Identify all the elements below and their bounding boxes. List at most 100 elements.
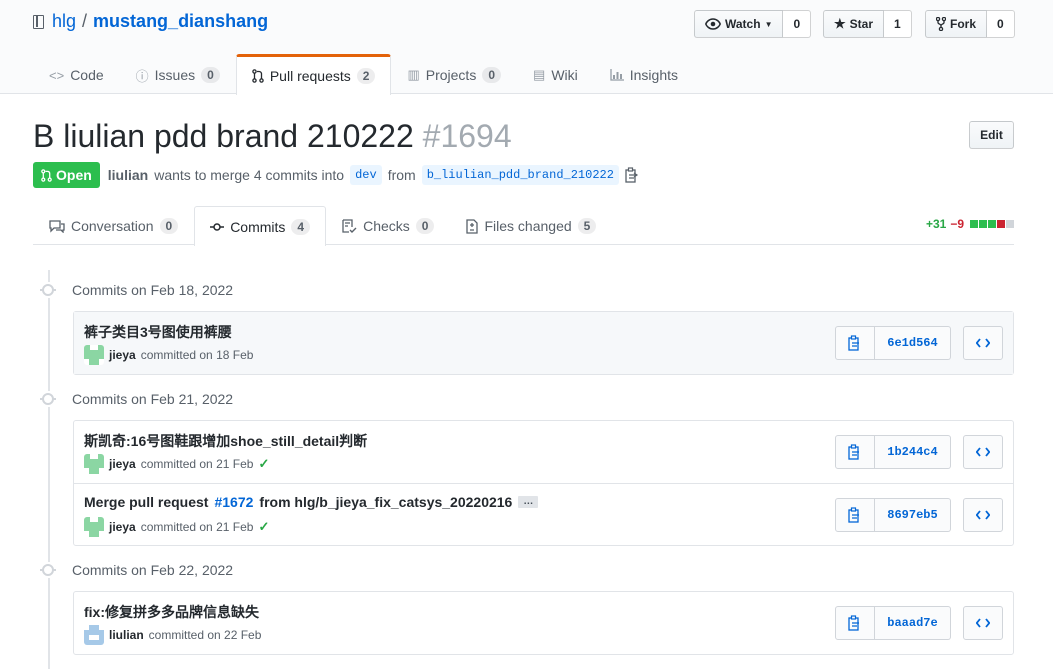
nav-wiki[interactable]: ▤ Wiki	[517, 54, 594, 95]
commit-list: 裤子类目3号图使用裤腰 jieya committed on 18 Feb 6e…	[73, 311, 1014, 375]
tab-commits[interactable]: Commits 4	[194, 206, 327, 246]
tab-files-changed[interactable]: Files changed 5	[450, 206, 612, 245]
avatar[interactable]	[84, 517, 104, 537]
copy-sha-button[interactable]	[835, 326, 875, 360]
repo-title: hlg / mustang_dianshang	[33, 11, 268, 32]
pr-meta: Open liulian wants to merge 4 commits in…	[33, 162, 639, 188]
watch-count[interactable]: 0	[783, 10, 812, 38]
base-branch[interactable]: dev	[350, 165, 382, 185]
commit-date: committed on 18 Feb	[140, 348, 254, 362]
pr-author-link[interactable]: liulian	[108, 167, 148, 183]
fork-count[interactable]: 0	[987, 10, 1015, 38]
commit-message-link[interactable]: Merge pull request	[84, 494, 208, 510]
tab-conversation[interactable]: Conversation 0	[33, 206, 194, 245]
book-icon: ▤	[533, 67, 546, 82]
nav-projects-count: 0	[482, 67, 502, 83]
star-icon: ★	[834, 16, 846, 31]
nav-pull-requests-count: 2	[356, 68, 376, 84]
sha-group: baaad7e	[835, 606, 951, 640]
copy-sha-button[interactable]	[835, 498, 875, 532]
comment-discussion-icon	[49, 219, 65, 233]
chevron-down-icon: ▼	[764, 19, 773, 29]
commit-row: fix:修复拼多多品牌信息缺失 liulian committed on 22 …	[74, 592, 1013, 654]
check-icon[interactable]: ✓	[258, 519, 269, 535]
browse-repo-button[interactable]	[963, 606, 1003, 640]
repo-header: hlg / mustang_dianshang Watch ▼ 0 ★ Star…	[0, 0, 1053, 95]
clippy-icon[interactable]	[625, 167, 639, 183]
copy-sha-button[interactable]	[835, 606, 875, 640]
watch-button[interactable]: Watch ▼	[694, 10, 784, 38]
commit-row: 斯凯奇:16号图鞋跟增加shoe_still_detail判断 jieya co…	[74, 421, 1013, 483]
fork-button[interactable]: Fork	[925, 10, 988, 38]
browse-repo-button[interactable]	[963, 326, 1003, 360]
commit-author-link[interactable]: liulian	[109, 628, 144, 642]
issue-opened-icon: ⓘ	[135, 68, 149, 84]
checklist-icon	[342, 219, 357, 233]
sha-group: 8697eb5	[835, 498, 951, 532]
commit-message-link[interactable]: fix:修复拼多多品牌信息缺失	[84, 602, 259, 622]
git-commit-icon	[210, 222, 225, 231]
commit-author-link[interactable]: jieya	[109, 457, 136, 471]
repo-name-link[interactable]: mustang_dianshang	[93, 11, 268, 32]
watch-group: Watch ▼ 0	[694, 10, 812, 38]
clippy-icon	[848, 335, 859, 351]
avatar[interactable]	[84, 454, 104, 474]
from-text: from	[387, 167, 416, 183]
commit-sha-link[interactable]: 1b244c4	[875, 435, 951, 469]
tab-files-changed-label: Files changed	[484, 218, 572, 234]
commit-sha-link[interactable]: baaad7e	[875, 606, 951, 640]
nav-wiki-label: Wiki	[551, 67, 578, 83]
commit-list: fix:修复拼多多品牌信息缺失 liulian committed on 22 …	[73, 591, 1014, 655]
commit-message-link[interactable]: 斯凯奇:16号图鞋跟增加shoe_still_detail判断	[84, 431, 367, 451]
star-label: Star	[849, 17, 873, 31]
browse-repo-button[interactable]	[963, 498, 1003, 532]
star-group: ★ Star 1	[823, 10, 912, 38]
pr-number: #1694	[422, 118, 512, 154]
commit-group-date: Commits on Feb 18, 2022	[72, 282, 234, 298]
repo-nav: <> Code ⓘ Issues 0 Pull requests 2 ▥ Pro…	[33, 54, 694, 95]
pull-request-link[interactable]: #1672	[214, 494, 253, 510]
watch-label: Watch	[725, 17, 761, 31]
nav-projects-label: Projects	[425, 67, 477, 83]
nav-insights[interactable]: Insights	[594, 54, 694, 95]
commit-author-link[interactable]: jieya	[109, 520, 136, 534]
edit-button[interactable]: Edit	[969, 121, 1014, 149]
avatar[interactable]	[84, 625, 104, 645]
state-label: Open	[56, 167, 92, 183]
avatar[interactable]	[84, 345, 104, 365]
copy-sha-button[interactable]	[835, 435, 875, 469]
repo-icon	[33, 14, 44, 29]
eye-icon	[705, 18, 721, 30]
commit-sha-link[interactable]: 6e1d564	[875, 326, 951, 360]
commit-message-link[interactable]: from hlg/b_jieya_fix_catsys_20220216	[259, 494, 512, 510]
clippy-icon	[848, 444, 859, 460]
check-icon[interactable]: ✓	[258, 456, 269, 472]
commit-row: Merge pull request #1672 from hlg/b_jiey…	[74, 483, 1013, 545]
star-count[interactable]: 1	[884, 10, 912, 38]
commit-meta: jieya committed on 18 Feb	[84, 345, 253, 365]
browse-repo-button[interactable]	[963, 435, 1003, 469]
tab-files-changed-count: 5	[577, 218, 597, 234]
nav-pull-requests[interactable]: Pull requests 2	[235, 54, 392, 95]
state-badge: Open	[33, 162, 100, 188]
timeline-line	[48, 270, 50, 669]
code-icon: <>	[49, 67, 65, 83]
nav-issues-label: Issues	[154, 67, 196, 83]
nav-issues[interactable]: ⓘ Issues 0	[120, 54, 236, 95]
head-branch[interactable]: b_liulian_pdd_brand_210222	[421, 165, 619, 185]
commit-author-link[interactable]: jieya	[109, 348, 136, 362]
nav-projects[interactable]: ▥ Projects 0	[391, 54, 517, 95]
code-icon	[976, 338, 990, 348]
commit-group-date: Commits on Feb 21, 2022	[72, 391, 234, 407]
code-icon	[976, 618, 990, 628]
diffstat-block	[1006, 220, 1014, 228]
star-button[interactable]: ★ Star	[823, 10, 884, 38]
nav-code[interactable]: <> Code	[33, 54, 120, 95]
tab-checks[interactable]: Checks 0	[326, 206, 450, 245]
repo-owner-link[interactable]: hlg	[52, 11, 76, 32]
commit-sha-link[interactable]: 8697eb5	[875, 498, 951, 532]
pr-tabnav: Conversation 0 Commits 4 Checks 0 Files …	[33, 206, 1014, 246]
commit-message-link[interactable]: 裤子类目3号图使用裤腰	[84, 322, 232, 342]
commit-group-date: Commits on Feb 22, 2022	[72, 562, 234, 578]
expand-message-button[interactable]: …	[518, 496, 539, 508]
